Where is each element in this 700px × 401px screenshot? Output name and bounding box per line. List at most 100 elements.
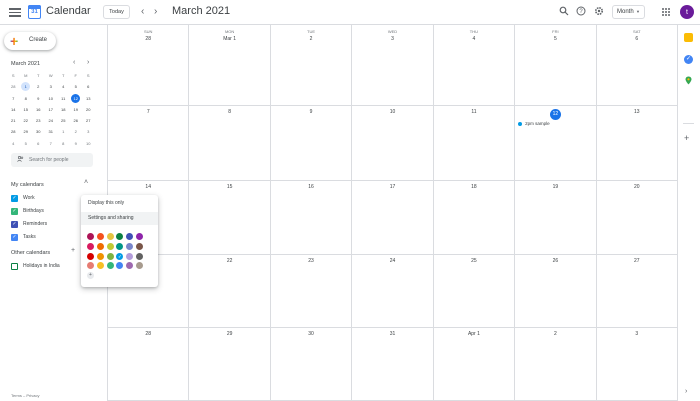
chevron-left-icon[interactable]: ‹ — [141, 5, 144, 19]
day-number[interactable]: 19 — [515, 184, 595, 190]
main-menu-button[interactable] — [9, 6, 21, 18]
mini-day[interactable]: 27 — [82, 116, 95, 127]
day-cell[interactable]: 3 — [596, 328, 678, 401]
day-cell[interactable]: 28 — [108, 328, 190, 401]
checkbox-icon[interactable]: ✓ — [11, 207, 18, 215]
maps-icon[interactable] — [684, 76, 693, 85]
day-cell[interactable]: 18 — [433, 181, 516, 255]
color-swatch[interactable] — [116, 233, 124, 240]
mini-day[interactable]: 16 — [32, 105, 45, 116]
checkbox-icon[interactable] — [11, 262, 18, 270]
mini-day[interactable]: 13 — [82, 94, 95, 105]
create-button[interactable]: + Create — [4, 32, 56, 50]
mini-day[interactable]: 15 — [20, 105, 33, 116]
day-cell[interactable]: 10 — [352, 106, 434, 181]
color-swatch[interactable] — [96, 262, 104, 270]
mini-day[interactable]: 7 — [7, 94, 20, 105]
day-number[interactable]: Mar 1 — [189, 36, 269, 42]
day-number[interactable]: 5 — [515, 36, 595, 42]
mini-day[interactable]: 8 — [57, 139, 70, 150]
color-swatch[interactable] — [87, 233, 94, 240]
mini-day[interactable]: 6 — [32, 139, 45, 150]
day-number[interactable]: 8 — [189, 109, 269, 115]
mini-day[interactable]: 8 — [20, 94, 33, 105]
checkbox-icon[interactable]: ✓ — [11, 194, 18, 202]
day-cell[interactable]: SAT 6 — [596, 25, 678, 106]
day-number[interactable]: 18 — [434, 184, 514, 190]
mini-day[interactable]: 12 — [71, 93, 81, 103]
day-number[interactable]: 2 — [515, 331, 595, 337]
mini-day[interactable]: 3 — [45, 82, 58, 93]
mini-day[interactable]: 31 — [45, 127, 58, 138]
mini-day[interactable]: 1 — [21, 82, 31, 92]
day-cell[interactable]: 20 — [596, 181, 678, 255]
color-swatch[interactable] — [126, 233, 134, 240]
keep-icon[interactable] — [684, 33, 693, 42]
day-number[interactable]: 22 — [189, 258, 269, 264]
mini-day[interactable]: 4 — [57, 82, 70, 93]
color-swatch[interactable] — [87, 262, 94, 270]
day-cell[interactable]: 23 — [270, 255, 353, 328]
day-cell[interactable]: 11 — [433, 106, 516, 181]
mini-day[interactable]: 10 — [82, 139, 95, 150]
chevron-right-icon[interactable]: › — [154, 5, 157, 19]
day-number[interactable]: 31 — [352, 331, 432, 337]
day-number[interactable]: 28 — [108, 36, 188, 42]
day-number[interactable]: 12 — [549, 109, 561, 120]
color-swatch[interactable] — [126, 242, 134, 250]
mini-day[interactable]: 29 — [20, 127, 33, 138]
mini-day[interactable]: 24 — [45, 116, 58, 127]
day-number[interactable]: 7 — [108, 109, 188, 115]
mini-day[interactable]: 2 — [70, 127, 83, 138]
day-cell[interactable]: 16 — [270, 181, 353, 255]
calendar-item[interactable]: ✓ Tasks — [11, 232, 36, 242]
add-other-calendar-icon[interactable]: + — [71, 247, 75, 254]
my-calendars-title[interactable]: My calendars — [11, 182, 44, 188]
view-select-dropdown[interactable]: Month ▼ — [612, 5, 645, 19]
day-number[interactable]: 9 — [271, 109, 351, 115]
display-this-only-item[interactable]: Display this only — [81, 197, 158, 210]
day-cell[interactable]: 22 — [189, 255, 271, 328]
footer-links[interactable]: Terms – Privacy — [11, 393, 39, 398]
mini-day[interactable]: 20 — [82, 105, 95, 116]
color-swatch[interactable] — [87, 252, 94, 260]
day-cell[interactable]: 15 — [189, 181, 271, 255]
color-swatch[interactable] — [87, 242, 94, 250]
day-cell[interactable]: 27 — [596, 255, 678, 328]
day-number[interactable]: 30 — [271, 331, 351, 337]
color-swatch[interactable] — [96, 252, 104, 260]
color-swatch[interactable] — [126, 262, 134, 270]
color-swatch[interactable] — [96, 242, 104, 250]
day-number[interactable]: 26 — [515, 258, 595, 264]
day-number[interactable]: 13 — [597, 109, 677, 115]
day-cell[interactable]: 25 — [433, 255, 516, 328]
calendar-item[interactable]: ✓ Birthdays — [11, 206, 44, 216]
mini-day[interactable]: 17 — [45, 105, 58, 116]
mini-next-month-icon[interactable]: › — [87, 59, 89, 66]
color-swatch[interactable] — [135, 233, 143, 240]
day-number[interactable]: 29 — [189, 331, 269, 337]
day-number[interactable]: 3 — [352, 36, 432, 42]
color-swatch[interactable] — [135, 252, 143, 260]
mini-day[interactable]: 9 — [70, 139, 83, 150]
day-cell[interactable]: 13 — [596, 106, 678, 181]
mini-day[interactable]: 19 — [70, 105, 83, 116]
day-cell[interactable]: 9 — [270, 106, 353, 181]
day-cell[interactable]: 17 — [352, 181, 434, 255]
mini-day[interactable]: 28 — [7, 127, 20, 138]
today-button[interactable]: Today — [103, 5, 130, 19]
mini-day[interactable]: 14 — [7, 105, 20, 116]
settings-and-sharing-item[interactable]: Settings and sharing — [81, 212, 158, 225]
mini-day[interactable]: 28 — [7, 82, 20, 93]
day-number[interactable]: 23 — [271, 258, 351, 264]
mini-day[interactable]: 3 — [82, 127, 95, 138]
color-swatch[interactable] — [116, 262, 124, 270]
day-number[interactable]: 3 — [597, 331, 677, 337]
search-icon[interactable] — [558, 6, 569, 17]
day-cell[interactable]: 26 — [515, 255, 597, 328]
day-cell[interactable]: 19 — [515, 181, 597, 255]
mini-day[interactable]: 7 — [45, 139, 58, 150]
mini-day[interactable]: 5 — [20, 139, 33, 150]
day-number[interactable]: Apr 1 — [434, 331, 514, 337]
mini-day[interactable]: 11 — [57, 94, 70, 105]
